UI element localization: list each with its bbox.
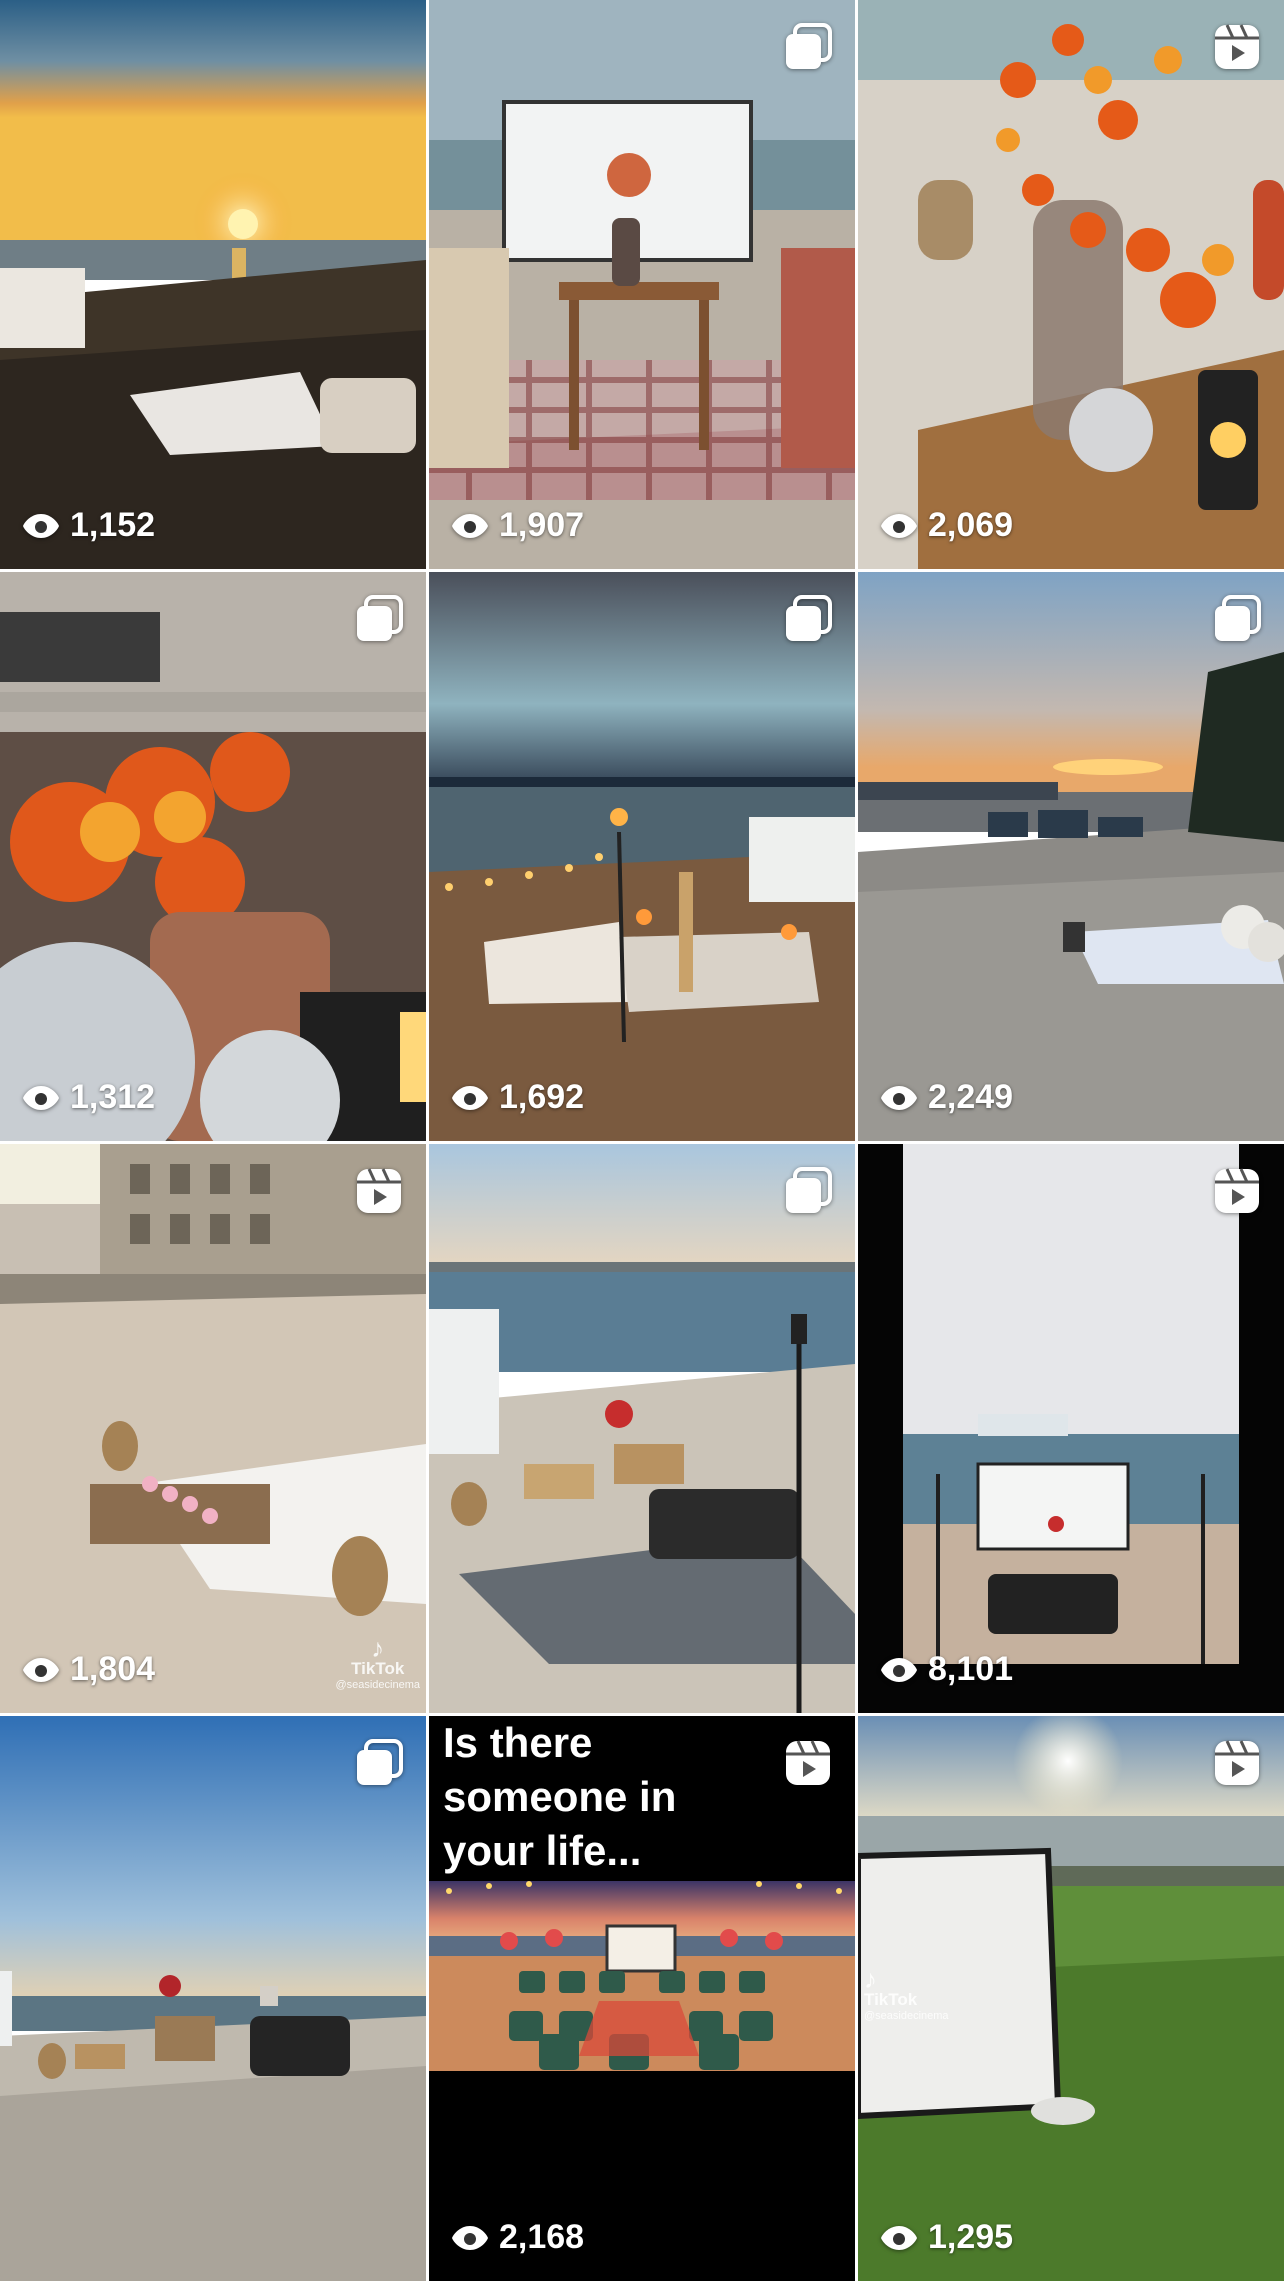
view-count: 1,152 [22, 506, 155, 545]
post-thumbnail [429, 0, 855, 569]
tiktok-handle: @seasidecinema [864, 2010, 949, 2022]
post-thumbnail [0, 1144, 426, 1713]
view-count: 1,312 [22, 1078, 155, 1117]
tiktok-brand: TikTok [351, 1659, 405, 1678]
carousel-icon [786, 595, 832, 641]
post-tile-2[interactable]: 1,907 [429, 0, 855, 569]
tiktok-icon: ♪ [371, 1633, 385, 1663]
view-count: 1,804 [22, 1650, 155, 1689]
tiktok-icon: ♪ [864, 1964, 877, 1994]
reel-icon [1215, 1740, 1259, 1785]
carousel-icon [357, 595, 403, 641]
eye-icon [23, 513, 59, 538]
view-count-text: 1,295 [928, 2218, 1014, 2256]
view-count-text: 1,692 [499, 1078, 585, 1116]
eye-icon [23, 1085, 59, 1110]
posts-grid: 1,152 1,907 2,069 1,312 1,692 2,249 ♪ Ti… [0, 0, 1284, 2281]
carousel-icon [786, 23, 832, 69]
view-count: 1,692 [451, 1078, 584, 1117]
tiktok-brand: TikTok [864, 1990, 918, 2009]
post-thumbnail [429, 1144, 855, 1713]
carousel-icon [786, 1167, 832, 1213]
post-thumbnail [0, 0, 426, 569]
post-tile-6[interactable]: 2,249 [858, 572, 1284, 1141]
carousel-icon [357, 1739, 403, 1785]
post-tile-10[interactable] [0, 1716, 426, 2281]
reel-icon [357, 1168, 401, 1213]
post-thumbnail [858, 0, 1284, 569]
eye-icon [881, 513, 917, 538]
view-count-text: 1,152 [70, 506, 156, 544]
post-thumbnail [0, 1716, 426, 2281]
view-count: 1,295 [880, 2218, 1013, 2257]
eye-icon [452, 1085, 488, 1110]
post-tile-9[interactable]: 8,101 [858, 1144, 1284, 1713]
tiktok-watermark: ♪ TikTok @seasidecinema [335, 1635, 420, 1693]
view-count-text: 1,804 [70, 1650, 156, 1688]
tiktok-handle: @seasidecinema [335, 1679, 420, 1691]
post-tile-11[interactable]: Is there someone in your life... 2,168 [429, 1716, 855, 2281]
view-count-text: 1,907 [499, 506, 585, 544]
post-tile-1[interactable]: 1,152 [0, 0, 426, 569]
post-thumbnail [0, 572, 426, 1141]
post-tile-5[interactable]: 1,692 [429, 572, 855, 1141]
view-count: 2,249 [880, 1078, 1013, 1117]
eye-icon [881, 1657, 917, 1682]
post-tile-8[interactable] [429, 1144, 855, 1713]
carousel-icon [1215, 595, 1261, 641]
view-count-text: 2,249 [928, 1078, 1014, 1116]
eye-icon [452, 2225, 488, 2250]
view-count: 8,101 [880, 1650, 1013, 1689]
post-tile-3[interactable]: 2,069 [858, 0, 1284, 569]
eye-icon [452, 513, 488, 538]
eye-icon [23, 1657, 59, 1682]
post-tile-4[interactable]: 1,312 [0, 572, 426, 1141]
post-thumbnail [858, 572, 1284, 1141]
post-caption: Is there someone in your life... [443, 1719, 677, 1874]
view-count-text: 8,101 [928, 1650, 1014, 1688]
eye-icon [881, 2225, 917, 2250]
post-tile-7[interactable]: ♪ TikTok @seasidecinema 1,804 [0, 1144, 426, 1713]
post-thumbnail [858, 1144, 1284, 1713]
eye-icon [881, 1085, 917, 1110]
view-count: 2,069 [880, 506, 1013, 545]
reel-icon [786, 1740, 830, 1785]
view-count: 2,168 [451, 2218, 584, 2257]
view-count-text: 2,168 [499, 2218, 585, 2256]
post-thumbnail [429, 572, 855, 1141]
view-count-text: 1,312 [70, 1078, 156, 1116]
view-count: 1,907 [451, 506, 584, 545]
reel-icon [1215, 1168, 1259, 1213]
tiktok-watermark: ♪ TikTok @seasidecinema [864, 1966, 949, 2024]
reel-icon [1215, 24, 1259, 69]
view-count-text: 2,069 [928, 506, 1014, 544]
post-tile-12[interactable]: ♪ TikTok @seasidecinema 1,295 [858, 1716, 1284, 2281]
